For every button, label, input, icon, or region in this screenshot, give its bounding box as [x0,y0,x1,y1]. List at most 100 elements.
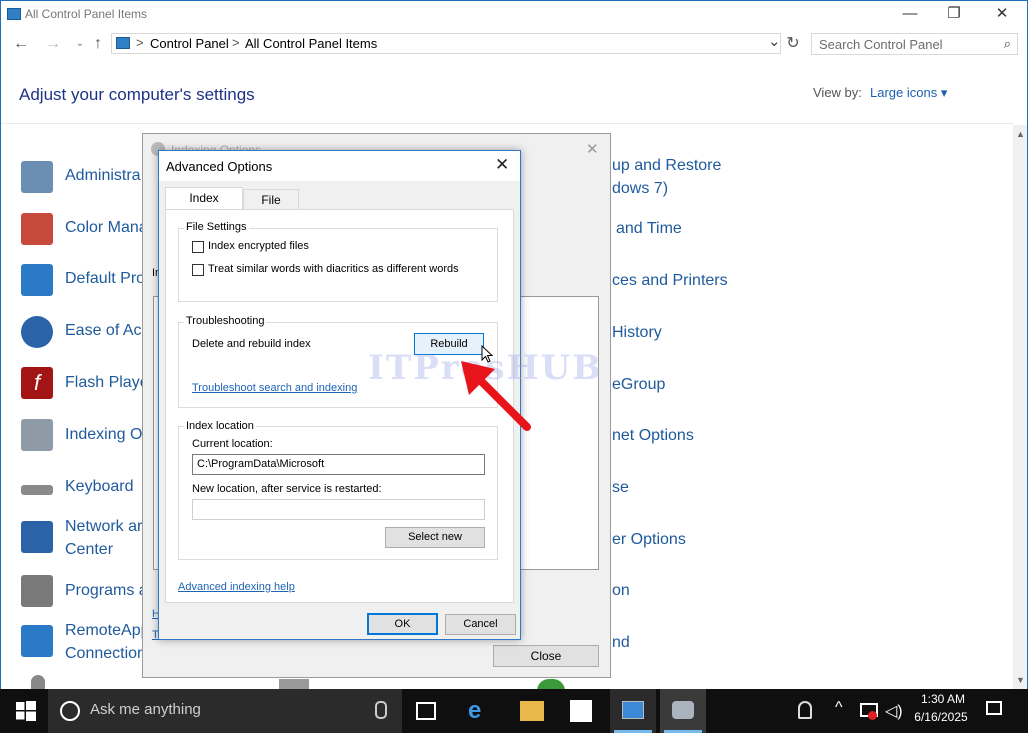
programs-and-features-icon [21,575,53,607]
dialog-title: Advanced Options [166,159,273,174]
task-view-icon[interactable] [416,702,436,720]
item-file-history[interactable]: History [612,321,662,344]
people-icon[interactable] [798,701,812,719]
indexing-options-icon [21,419,53,451]
minimize-button[interactable]: — [887,1,933,29]
edge-icon[interactable]: e [468,699,492,723]
item-internet-options[interactable]: net Options [612,424,694,447]
title-bar: All Control Panel Items — ❐ ✕ [1,1,1027,29]
item-backup-and-restore-line2[interactable]: dows 7) [612,177,668,200]
search-placeholder: Search Control Panel [819,37,943,52]
page-title: Adjust your computer's settings [19,85,255,104]
ease-of-access-icon [21,316,53,348]
windows-start-icon[interactable] [16,701,36,721]
item-mouse[interactable]: se [612,476,629,499]
tab-file-types[interactable]: File Types [243,189,299,227]
tab-index-settings[interactable]: Index Settings [165,187,243,225]
item-label: Flash Playe [65,374,149,391]
control-panel-icon [622,701,644,719]
address-bar[interactable]: > Control Panel > All Control Panel Item… [111,33,781,54]
divider [1,123,1013,124]
index-location-label: Index location [184,420,256,432]
search-input[interactable]: Search Control Panel ⌕ [811,33,1018,55]
volume-icon[interactable]: ◁) [885,701,903,721]
item-label: Programs a [65,582,148,599]
item-sound[interactable]: nd [612,631,630,654]
select-new-button[interactable]: Select new [385,527,485,548]
keyboard-icon [21,485,53,495]
action-center-icon[interactable] [986,701,1002,715]
current-location-label: Current location: [192,438,273,450]
back-button[interactable]: ← [9,31,33,57]
cortana-search-text: Ask me anything [90,701,201,718]
scroll-down-icon[interactable]: ▼ [1016,675,1025,685]
item-devices-and-printers[interactable]: ces and Printers [612,269,728,292]
ok-button[interactable]: OK [367,613,438,635]
taskbar: Ask me anything e ^ ◁) 1:30 AM 6/16/2025 [0,689,1028,733]
index-encrypted-checkbox[interactable] [192,241,204,253]
restore-button[interactable]: ❐ [931,1,977,29]
forward-button[interactable]: → [41,31,65,57]
advanced-indexing-help-link[interactable]: Advanced indexing help [178,581,295,593]
delete-rebuild-text: Delete and rebuild index [192,338,311,350]
taskbar-control-panel[interactable] [610,689,656,733]
view-by-dropdown[interactable]: Large icons ▾ [870,85,947,101]
refresh-button[interactable]: ↻ [781,31,805,57]
item-label: Network ar [65,518,143,535]
administrative-tools-icon [21,161,53,193]
address-dropdown-icon[interactable]: ⌄ [768,32,781,50]
clock-date[interactable]: 6/16/2025 [906,710,976,724]
close-icon[interactable]: ✕ [586,140,599,158]
vertical-scrollbar[interactable]: ▲ ▼ [1013,125,1027,689]
error-badge-icon [868,711,877,720]
control-panel-icon [116,37,130,49]
clock-time[interactable]: 1:30 AM [918,692,968,706]
microphone-icon[interactable] [375,701,387,719]
red-arrow-annotation-icon [461,361,531,431]
scroll-up-icon[interactable]: ▲ [1016,129,1025,139]
default-programs-icon [21,264,53,296]
flash-player-icon: f [21,367,53,399]
item-power-options[interactable]: er Options [612,528,686,551]
item-label: Keyboard [65,478,134,495]
close-button[interactable]: Close [493,645,599,667]
item-backup-and-restore[interactable]: up and Restore [612,154,721,177]
cortana-search-box[interactable]: Ask me anything [48,689,402,733]
close-icon[interactable]: ✕ [495,155,509,175]
new-location-field[interactable] [192,499,485,520]
item-label: Connection [65,645,146,662]
item-label: Ease of Acc [65,322,150,339]
item-label: Administra [65,167,141,184]
breadcrumb-control-panel[interactable]: Control Panel [150,36,229,51]
color-management-icon [21,213,53,245]
close-button[interactable]: ✕ [979,1,1025,29]
search-icon[interactable]: ⌕ [1004,36,1011,52]
checkbox-label: Treat similar words with diacritics as d… [208,263,459,275]
taskbar-indexing-options[interactable] [660,689,706,733]
item-homegroup[interactable]: eGroup [612,373,665,396]
dialog-title-bar: Advanced Options ✕ [159,151,520,181]
troubleshoot-link[interactable]: Troubleshoot search and indexing [192,382,357,394]
current-location-field[interactable]: C:\ProgramData\Microsoft [192,454,485,475]
item-label: Indexing O [65,426,143,443]
indexing-options-icon [672,701,694,719]
breadcrumb-separator-icon[interactable]: > [232,35,240,50]
item-label: Color Mana [65,219,148,236]
checkbox-label: Index encrypted files [208,240,309,252]
window-title: All Control Panel Items [25,7,148,21]
item-label: Default Pro [65,270,146,287]
cancel-button[interactable]: Cancel [445,614,516,635]
item-label: Center [65,541,114,558]
item-date-and-time[interactable]: and Time [616,217,682,240]
file-settings-label: File Settings [184,221,249,233]
chevron-up-icon[interactable]: ^ [835,699,843,717]
new-location-label: New location, after service is restarted… [192,483,382,495]
speech-recognition-icon [31,675,45,689]
item-region[interactable]: on [612,579,630,602]
up-button[interactable]: ↑ [86,31,110,57]
store-icon[interactable] [570,700,592,722]
diacritics-checkbox[interactable] [192,264,204,276]
breadcrumb-all-items[interactable]: All Control Panel Items [245,36,377,51]
file-explorer-icon[interactable] [520,701,544,721]
breadcrumb-separator-icon[interactable]: > [136,35,144,50]
